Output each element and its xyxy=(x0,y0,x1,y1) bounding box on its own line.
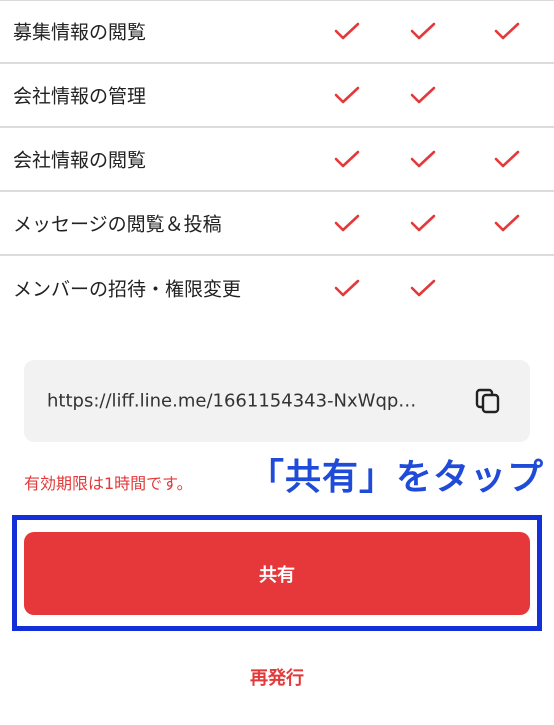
check-icon xyxy=(494,21,520,41)
check-icon xyxy=(334,21,360,41)
check-icon xyxy=(410,21,436,41)
share-button[interactable]: 共有 xyxy=(24,532,530,615)
permission-label: メッセージの閲覧＆投稿 xyxy=(13,213,222,236)
check-icon xyxy=(334,213,360,233)
check-icon xyxy=(410,278,436,298)
copy-icon[interactable] xyxy=(474,387,502,415)
check-icon xyxy=(494,213,520,233)
permission-row: 会社情報の閲覧 xyxy=(0,128,554,192)
permission-row: メッセージの閲覧＆投稿 xyxy=(0,192,554,256)
check-icon xyxy=(410,85,436,105)
permission-row: メンバーの招待・権限変更 xyxy=(0,256,554,320)
check-icon xyxy=(410,149,436,169)
tap-share-annotation: 「共有」をタップ xyxy=(248,457,545,498)
expiry-note: 有効期限は1時間です。 xyxy=(24,474,193,493)
permission-label: メンバーの招待・権限変更 xyxy=(13,278,242,301)
check-icon xyxy=(410,213,436,233)
invite-url-text: https://liff.line.me/1661154343-NxWqp… xyxy=(47,390,417,412)
permission-table: 募集情報の閲覧 会社情報の管理 会社情報の閲覧メッセージの閲覧＆投稿 メンバーの招待・… xyxy=(0,0,554,320)
permission-label: 募集情報の閲覧 xyxy=(13,21,147,44)
check-icon xyxy=(334,85,360,105)
permission-label: 会社情報の閲覧 xyxy=(13,149,147,172)
invite-share-screen: 募集情報の閲覧 会社情報の管理 会社情報の閲覧メッセージの閲覧＆投稿 メンバーの招待・… xyxy=(0,0,554,725)
check-icon xyxy=(494,149,520,169)
permission-row: 募集情報の閲覧 xyxy=(0,0,554,64)
permission-label: 会社情報の管理 xyxy=(13,85,147,108)
permission-row: 会社情報の管理 xyxy=(0,64,554,128)
check-icon xyxy=(334,149,360,169)
check-icon xyxy=(334,278,360,298)
invite-url-box: https://liff.line.me/1661154343-NxWqp… xyxy=(24,360,530,442)
reissue-link[interactable]: 再発行 xyxy=(0,664,554,690)
